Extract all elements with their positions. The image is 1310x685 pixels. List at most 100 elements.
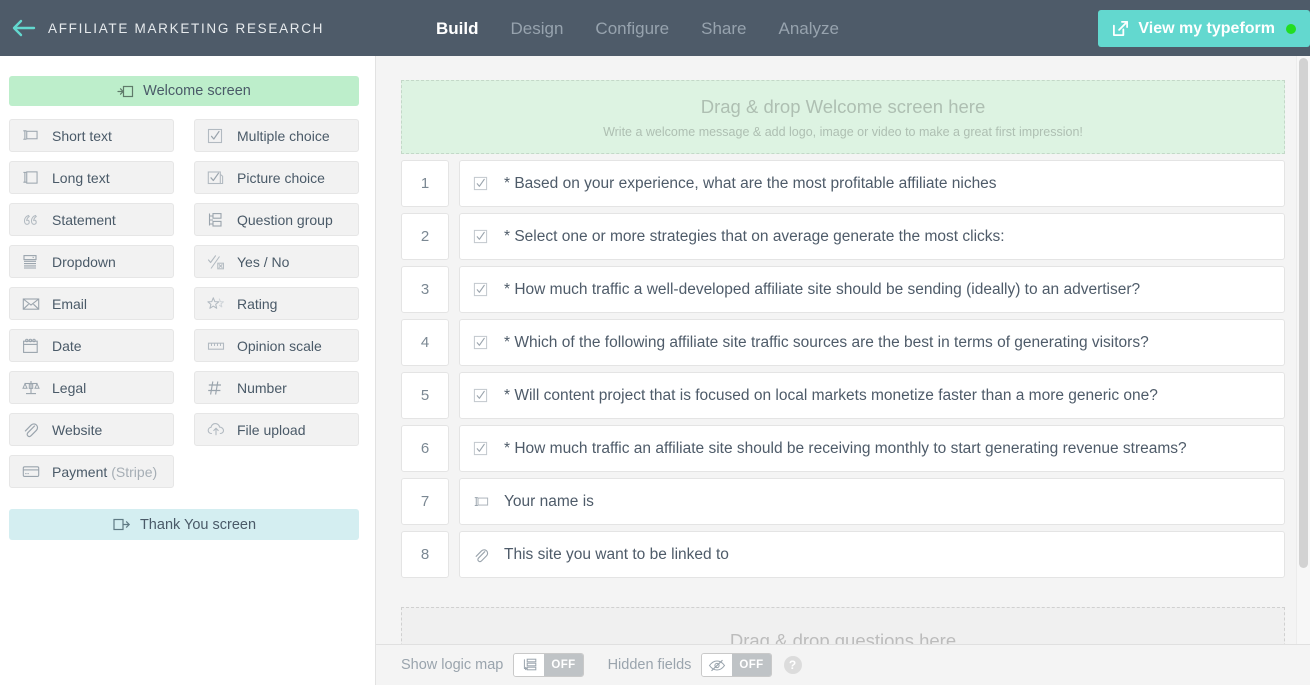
block-label: Website	[52, 422, 102, 438]
block-label: Picture choice	[237, 170, 325, 186]
quote-icon	[22, 213, 44, 227]
dropdown-icon	[22, 254, 44, 270]
table-row[interactable]: 3 * How much traffic a well-developed af…	[401, 266, 1285, 313]
opinion-scale-icon	[207, 339, 229, 353]
questions-dropzone[interactable]: Drag & drop questions here	[401, 607, 1285, 644]
block-payment[interactable]: Payment (Stripe)	[9, 455, 174, 488]
envelope-icon	[22, 297, 44, 311]
cloud-upload-icon	[207, 422, 229, 437]
block-label: Rating	[237, 296, 277, 312]
block-label: File upload	[237, 422, 306, 438]
multiple-choice-icon	[207, 128, 229, 144]
tab-configure[interactable]: Configure	[595, 17, 669, 39]
question-number[interactable]: 8	[401, 531, 449, 578]
table-row[interactable]: 5 * Will content project that is focused…	[401, 372, 1285, 419]
back-arrow-icon[interactable]	[10, 14, 38, 42]
short-text-icon	[22, 128, 44, 143]
block-label: Short text	[52, 128, 112, 144]
question-body[interactable]: * How much traffic an affiliate site sho…	[459, 425, 1285, 472]
block-label: Statement	[52, 212, 116, 228]
block-label: Number	[237, 380, 287, 396]
star-icon	[207, 296, 229, 312]
block-website[interactable]: Website	[9, 413, 174, 446]
multiple-choice-icon	[473, 388, 497, 403]
external-link-icon	[1112, 20, 1129, 37]
block-label: Legal	[52, 380, 86, 396]
welcome-screen-icon	[117, 84, 134, 99]
welcome-dropzone-title: Drag & drop Welcome screen here	[701, 96, 985, 118]
question-number[interactable]: 1	[401, 160, 449, 207]
hidden-fields-toggle[interactable]: OFF	[701, 653, 771, 677]
question-body[interactable]: * Based on your experience, what are the…	[459, 160, 1285, 207]
hidden-fields-label: Hidden fields	[608, 657, 692, 673]
calendar-icon	[22, 338, 44, 354]
welcome-screen-button[interactable]: Welcome screen	[9, 76, 359, 106]
question-body[interactable]: * How much traffic a well-developed affi…	[459, 266, 1285, 313]
question-number[interactable]: 4	[401, 319, 449, 366]
table-row[interactable]: 2 * Select one or more strategies that o…	[401, 213, 1285, 260]
question-body[interactable]: * Select one or more strategies that on …	[459, 213, 1285, 260]
help-icon[interactable]: ?	[784, 656, 802, 674]
multiple-choice-icon	[473, 441, 497, 456]
block-question-group[interactable]: Question group	[194, 203, 359, 236]
block-label: Dropdown	[52, 254, 116, 270]
block-multiple-choice[interactable]: Multiple choice	[194, 119, 359, 152]
question-text: * How much traffic a well-developed affi…	[504, 281, 1140, 299]
show-logic-map-label: Show logic map	[401, 657, 503, 673]
show-logic-map-toggle[interactable]: OFF	[513, 653, 583, 677]
question-body[interactable]: This site you want to be linked to	[459, 531, 1285, 578]
question-number[interactable]: 5	[401, 372, 449, 419]
table-row[interactable]: 1 * Based on your experience, what are t…	[401, 160, 1285, 207]
question-number[interactable]: 6	[401, 425, 449, 472]
question-list: 1 * Based on your experience, what are t…	[401, 160, 1285, 584]
tab-analyze[interactable]: Analyze	[779, 17, 839, 39]
question-text: * Based on your experience, what are the…	[504, 175, 997, 193]
block-email[interactable]: Email	[9, 287, 174, 320]
table-row[interactable]: 6 * How much traffic an affiliate site s…	[401, 425, 1285, 472]
question-number[interactable]: 3	[401, 266, 449, 313]
block-label: Yes / No	[237, 254, 289, 270]
block-legal[interactable]: Legal	[9, 371, 174, 404]
block-label: Long text	[52, 170, 110, 186]
welcome-dropzone-subtitle: Write a welcome message & add logo, imag…	[603, 125, 1083, 139]
block-file-upload[interactable]: File upload	[194, 413, 359, 446]
block-rating[interactable]: Rating	[194, 287, 359, 320]
view-my-typeform-button[interactable]: View my typeform	[1098, 10, 1310, 47]
question-number[interactable]: 7	[401, 478, 449, 525]
block-label: Opinion scale	[237, 338, 322, 354]
scrollbar-thumb[interactable]	[1299, 58, 1308, 568]
block-type-grid: Short text Multiple choice Long text	[9, 119, 357, 488]
block-label: Email	[52, 296, 87, 312]
table-row[interactable]: 7 Your name is	[401, 478, 1285, 525]
tab-build[interactable]: Build	[436, 17, 479, 39]
block-long-text[interactable]: Long text	[9, 161, 174, 194]
block-statement[interactable]: Statement	[9, 203, 174, 236]
question-text: * Select one or more strategies that on …	[504, 228, 1005, 246]
table-row[interactable]: 4 * Which of the following affiliate sit…	[401, 319, 1285, 366]
block-picture-choice[interactable]: Picture choice	[194, 161, 359, 194]
block-yes-no[interactable]: Yes / No	[194, 245, 359, 278]
thankyou-screen-button[interactable]: Thank You screen	[9, 509, 359, 540]
top-header-bar: AFFILIATE MARKETING RESEARCH Build Desig…	[0, 0, 1310, 56]
welcome-screen-dropzone[interactable]: Drag & drop Welcome screen here Write a …	[401, 80, 1285, 154]
tab-share[interactable]: Share	[701, 17, 746, 39]
question-text: Your name is	[504, 493, 594, 511]
block-short-text[interactable]: Short text	[9, 119, 174, 152]
block-label: Date	[52, 338, 82, 354]
multiple-choice-icon	[473, 176, 497, 191]
main-scrollbar[interactable]	[1296, 56, 1310, 644]
question-body[interactable]: Your name is	[459, 478, 1285, 525]
block-number[interactable]: Number	[194, 371, 359, 404]
block-label: Multiple choice	[237, 128, 330, 144]
multiple-choice-icon	[473, 229, 497, 244]
block-date[interactable]: Date	[9, 329, 174, 362]
tab-design[interactable]: Design	[511, 17, 564, 39]
block-opinion-scale[interactable]: Opinion scale	[194, 329, 359, 362]
block-dropdown[interactable]: Dropdown	[9, 245, 174, 278]
question-number[interactable]: 2	[401, 213, 449, 260]
question-body[interactable]: * Which of the following affiliate site …	[459, 319, 1285, 366]
table-row[interactable]: 8 This site you want to be linked to	[401, 531, 1285, 578]
page-title: AFFILIATE MARKETING RESEARCH	[48, 21, 324, 36]
hash-icon	[207, 380, 229, 396]
question-body[interactable]: * Will content project that is focused o…	[459, 372, 1285, 419]
